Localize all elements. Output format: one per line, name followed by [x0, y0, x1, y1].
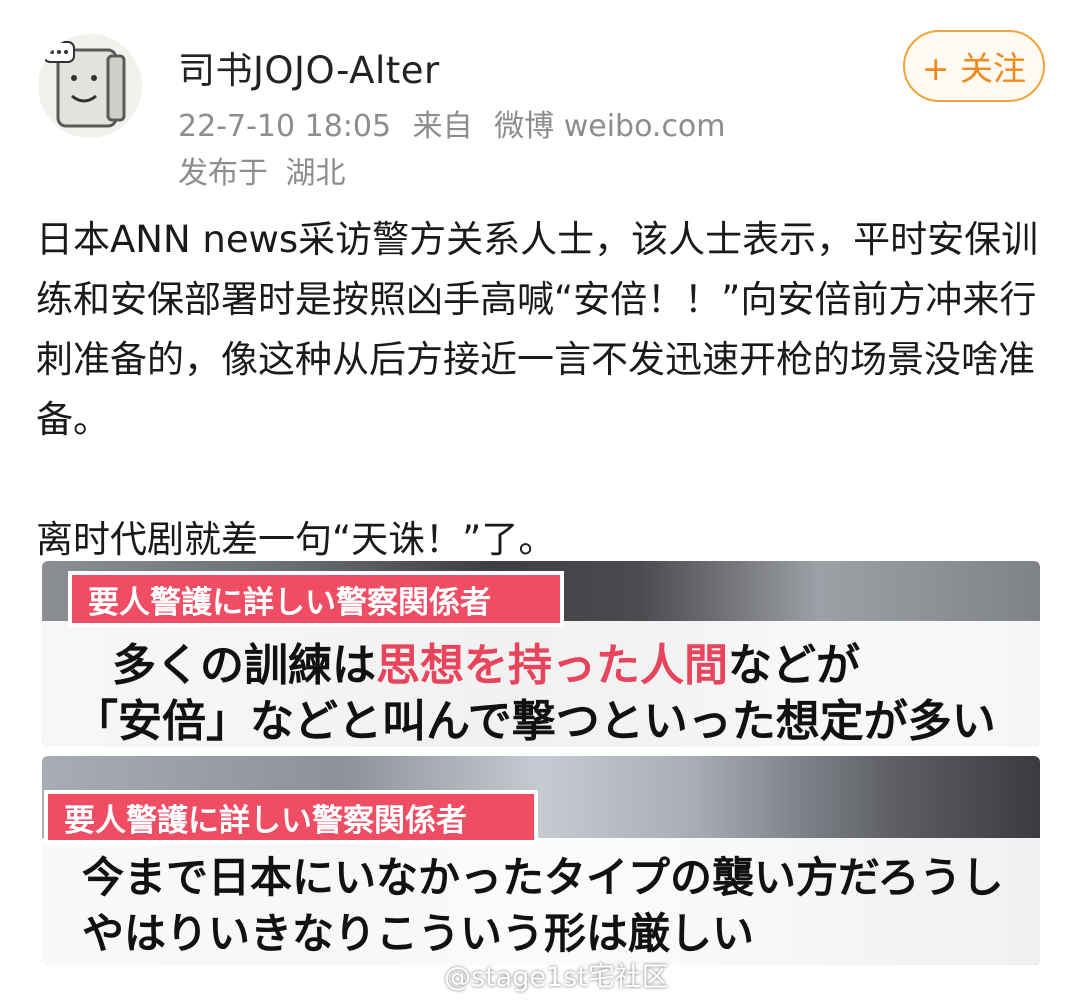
- post-body: 日本ANN news采访警方关系人士，该人士表示，平时安保训练和安保部署时是按照…: [36, 210, 1046, 570]
- caption-tag: 要人警護に詳しい警察関係者: [68, 571, 564, 627]
- caption-line: 「安倍」などと叫んで撃つといった想定が多い: [74, 696, 996, 747]
- caption-line: 今まで日本にいなかったタイプの襲い方だろうし: [82, 853, 1004, 902]
- post-image-2[interactable]: 要人警護に詳しい警察関係者 今まで日本にいなかったタイプの襲い方だろうし やはり…: [42, 756, 1040, 965]
- author-avatar[interactable]: [38, 34, 142, 138]
- caption-text: 多くの訓練は: [112, 640, 376, 691]
- caption-text: などが: [728, 640, 860, 691]
- cartoon-face-avatar-icon: [43, 41, 126, 128]
- caption-tag: 要人警護に詳しい警察関係者: [44, 790, 538, 844]
- follow-button[interactable]: + 关注: [903, 30, 1045, 102]
- post-image-1[interactable]: 要人警護に詳しい警察関係者 多くの訓練は思想を持った人間などが 「安倍」などと叫…: [42, 561, 1040, 747]
- watermark: @stage1st宅社区: [408, 955, 669, 994]
- post-source[interactable]: 微博 weibo.com: [494, 109, 725, 144]
- post-meta: 22-7-10 18:05 来自 微博 weibo.com: [178, 101, 738, 145]
- caption-line: 多くの訓練は思想を持った人間などが: [112, 629, 860, 693]
- watermark-text: @stage1st宅社区: [444, 962, 669, 993]
- author-name[interactable]: 司书JOJO-Alter: [178, 40, 440, 94]
- weibo-logo-icon: [409, 964, 436, 987]
- post-location: 发布于 湖北: [178, 148, 354, 192]
- location-name: 湖北: [285, 156, 346, 191]
- caption-highlight: 思想を持った人間: [376, 640, 728, 691]
- location-prefix: 发布于: [178, 156, 268, 191]
- post-paragraph: 日本ANN news采访警方关系人士，该人士表示，平时安保训练和安保部署时是按照…: [36, 218, 1039, 441]
- post-time: 22-7-10 18:05: [178, 109, 392, 144]
- source-prefix: 来自: [412, 109, 473, 144]
- caption-line: やはりいきなりこういう形は厳しい: [82, 909, 755, 958]
